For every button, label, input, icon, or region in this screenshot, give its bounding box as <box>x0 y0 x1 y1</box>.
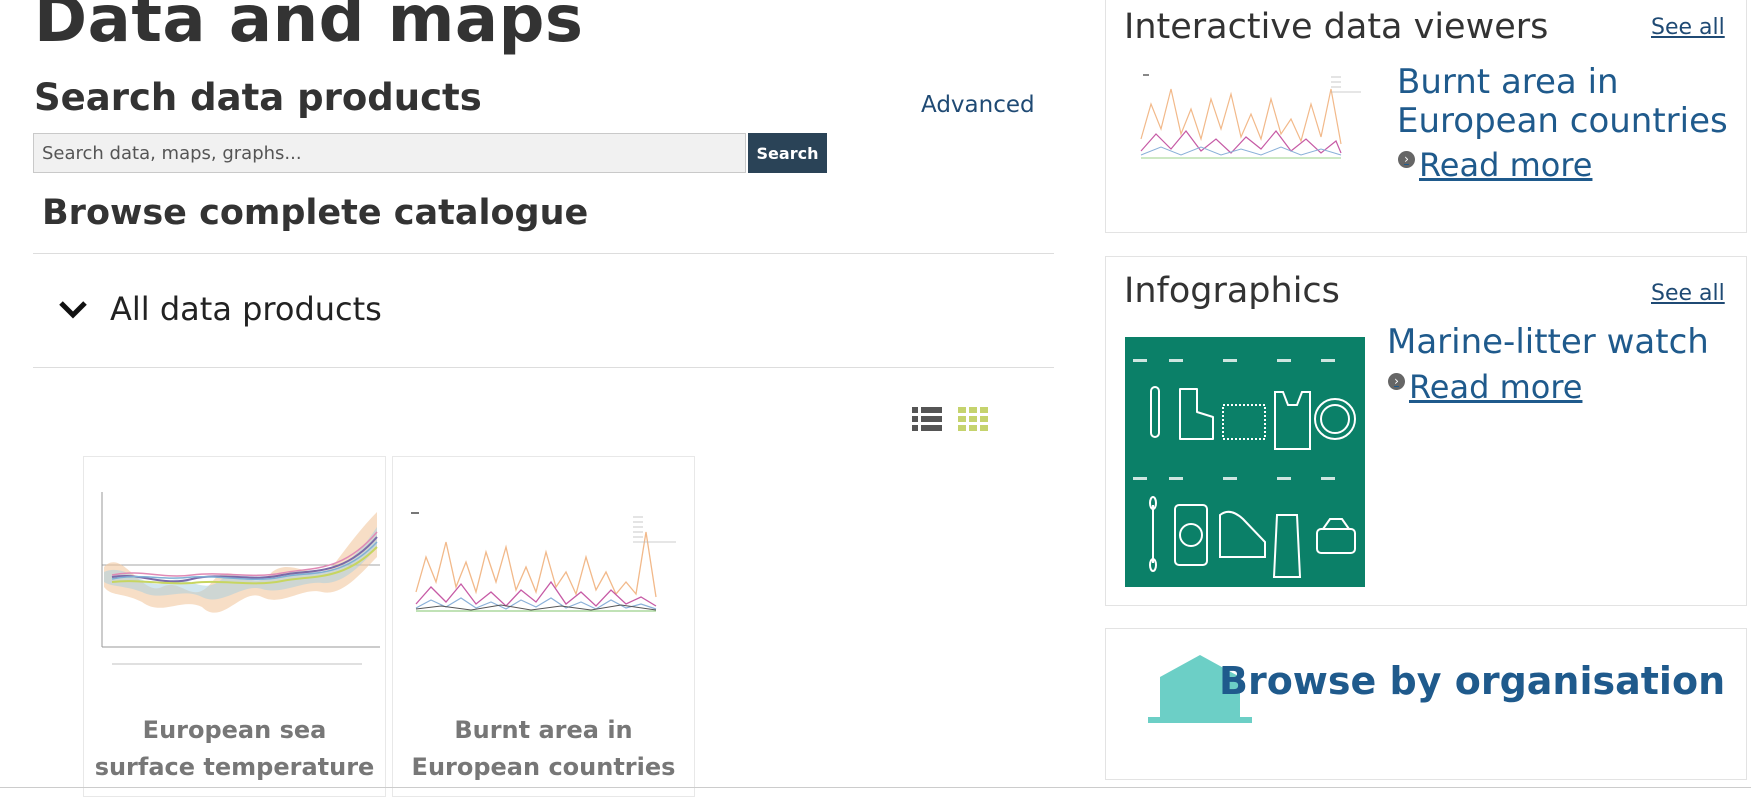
panel-title: Infographics <box>1124 271 1340 311</box>
infographic-thumbnail[interactable] <box>1125 337 1365 587</box>
all-data-products-label: All data products <box>110 290 382 328</box>
panel-title: Interactive data viewers <box>1124 7 1549 47</box>
browse-catalogue-title: Browse complete catalogue <box>42 193 589 233</box>
card-title[interactable]: European sea surface temperature <box>84 712 385 786</box>
product-card[interactable]: European sea surface temperature <box>83 456 386 797</box>
organisation-title[interactable]: Browse by organisation <box>1219 659 1725 703</box>
grid-view-icon[interactable] <box>958 406 988 436</box>
view-toggle <box>912 406 988 436</box>
chevron-right-circle-icon: › <box>1398 150 1415 168</box>
chevron-right-circle-icon: › <box>1388 372 1405 390</box>
list-view-icon[interactable] <box>912 406 942 436</box>
chevron-down-icon <box>58 299 88 319</box>
all-data-products-toggle[interactable]: All data products <box>58 290 382 328</box>
see-all-viewers-link[interactable]: See all <box>1651 15 1725 40</box>
viewer-thumbnail[interactable] <box>1131 69 1381 169</box>
see-all-infographics-link[interactable]: See all <box>1651 281 1725 306</box>
read-more-label: Read more <box>1409 368 1583 406</box>
read-more-label: Read more <box>1419 146 1593 184</box>
organisation-panel[interactable]: Browse by organisation <box>1105 628 1747 780</box>
infographic-read-more-link[interactable]: › Read more <box>1388 368 1582 406</box>
viewer-item-title[interactable]: Burnt area in European countries <box>1397 63 1737 141</box>
divider <box>0 787 1751 788</box>
card-thumbnail-sea-temperature <box>92 487 382 677</box>
product-card[interactable]: Burnt area in European countries <box>392 456 695 797</box>
infographic-item-title[interactable]: Marine-litter watch <box>1387 323 1737 362</box>
search-button[interactable]: Search <box>748 133 827 173</box>
infographics-panel: Infographics See all Marine-litter watch <box>1105 256 1747 606</box>
interactive-viewers-panel: Interactive data viewers See all Burnt a… <box>1105 0 1747 233</box>
divider <box>33 367 1054 368</box>
card-thumbnail-burnt-area <box>411 512 686 632</box>
card-title[interactable]: Burnt area in European countries <box>393 712 694 786</box>
divider <box>33 253 1054 254</box>
advanced-search-link[interactable]: Advanced <box>921 92 1035 118</box>
page-title: Data and maps <box>34 0 584 57</box>
search-input[interactable] <box>33 133 746 173</box>
search-section-title: Search data products <box>34 76 482 119</box>
viewer-read-more-link[interactable]: › Read more <box>1398 146 1592 184</box>
